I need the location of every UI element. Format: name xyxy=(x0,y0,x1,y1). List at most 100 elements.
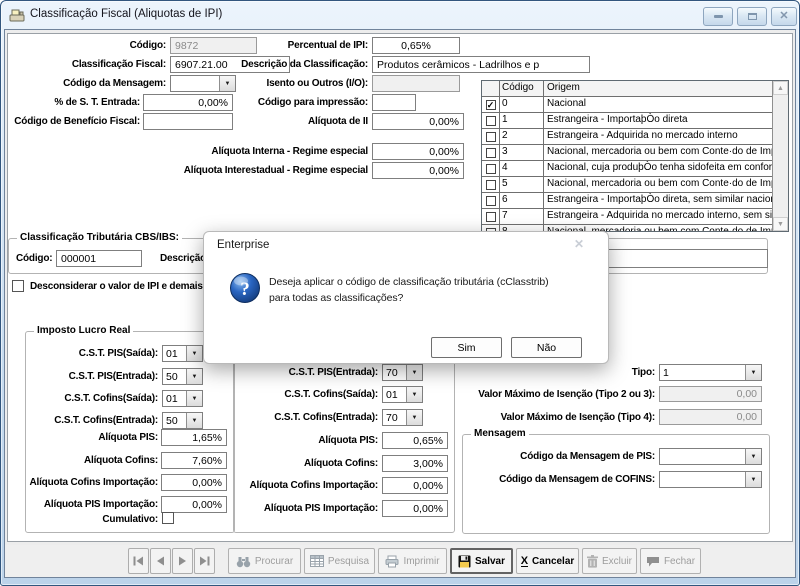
salvar-button[interactable]: Salvar xyxy=(450,548,513,574)
chevron-down-icon[interactable]: ▼ xyxy=(186,391,202,406)
nav-first-button[interactable] xyxy=(128,548,149,574)
st-entrada-label: % de S. T. Entrada: xyxy=(54,97,140,108)
pr-aliquota-pis-field[interactable]: 0,65% xyxy=(382,432,448,449)
nao-button[interactable]: Não xyxy=(511,337,582,358)
close-button[interactable]: ✕ xyxy=(771,7,797,26)
descricao-classificacao-field[interactable]: Produtos cerâmicos - Ladrilhos e p xyxy=(372,56,590,73)
pr-cst-cofins-saida-select[interactable]: 01 ▼ xyxy=(382,386,423,403)
table-row[interactable]: 5 Nacional, mercadoria ou bem com Conte·… xyxy=(482,177,772,193)
origem-row-checkbox-6[interactable] xyxy=(486,196,496,206)
lr-cst-pis-entrada-select[interactable]: 50 ▼ xyxy=(162,368,203,385)
table-row[interactable]: ✓ 0 Nacional xyxy=(482,97,772,113)
scroll-up-icon[interactable]: ▲ xyxy=(773,81,788,95)
pr-aliquota-pis-imp-field[interactable]: 0,00% xyxy=(382,500,448,517)
chevron-down-icon[interactable]: ▼ xyxy=(186,369,202,384)
speech-bubble-icon xyxy=(646,556,660,567)
lr-cst-pis-saida-label: C.S.T. PIS(Saída): xyxy=(79,348,158,359)
desconsiderar-checkbox[interactable] xyxy=(12,280,24,292)
origem-row-checkbox-1[interactable] xyxy=(486,116,496,126)
pr-aliquota-cofins-imp-field[interactable]: 0,00% xyxy=(382,477,448,494)
lr-cst-cofins-entrada-select[interactable]: 50 ▼ xyxy=(162,412,203,429)
imprimir-button: Imprimir xyxy=(378,548,447,574)
nav-next-button[interactable] xyxy=(172,548,193,574)
tipo-label: Tipo: xyxy=(632,367,655,378)
table-row[interactable]: 4 Nacional, cuja produþÒo tenha sidofeit… xyxy=(482,161,772,177)
chevron-down-icon[interactable]: ▼ xyxy=(406,410,422,425)
grid-scrollbar[interactable]: ▲ ▼ xyxy=(772,81,788,231)
lr-aliquota-cofins-imp-field[interactable]: 0,00% xyxy=(161,474,227,491)
lr-cst-cofins-saida-select[interactable]: 01 ▼ xyxy=(162,390,203,407)
msg-cofins-select[interactable]: ▼ xyxy=(659,471,762,488)
lr-cst-cofins-entrada-label: C.S.T. Cofins(Entrada): xyxy=(54,415,158,426)
prev-record-icon xyxy=(155,556,166,566)
nav-last-button[interactable] xyxy=(194,548,215,574)
excluir-button: Excluir xyxy=(582,548,637,574)
origem-row-checkbox-4[interactable] xyxy=(486,164,496,174)
trash-icon xyxy=(587,555,598,568)
chevron-down-icon[interactable]: ▼ xyxy=(406,387,422,402)
pr-cst-cofins-entrada-select[interactable]: 70 ▼ xyxy=(382,409,423,426)
chevron-down-icon[interactable]: ▼ xyxy=(186,413,202,428)
origem-row-checkbox-2[interactable] xyxy=(486,132,496,142)
dialog-message-line2: para todas as classificações? xyxy=(269,292,403,304)
question-icon: ? xyxy=(229,272,261,309)
sim-button[interactable]: Sim xyxy=(431,337,502,358)
chevron-down-icon[interactable]: ▼ xyxy=(745,449,761,464)
cancelar-button[interactable]: X Cancelar xyxy=(516,548,579,574)
pr-cst-pis-entrada-label: C.S.T. PIS(Entrada): xyxy=(289,367,378,378)
aliquota-interestadual-field[interactable]: 0,00% xyxy=(372,162,464,179)
header-check-column xyxy=(482,81,500,96)
aliquota-interna-field[interactable]: 0,00% xyxy=(372,143,464,160)
tipo-select[interactable]: 1 ▼ xyxy=(659,364,762,381)
chevron-down-icon[interactable]: ▼ xyxy=(186,346,202,361)
msg-pis-select[interactable]: ▼ xyxy=(659,448,762,465)
chevron-down-icon[interactable]: ▼ xyxy=(745,365,761,380)
table-row[interactable]: 1 Estrangeira - ImportaþÒo direta xyxy=(482,113,772,129)
aliquota-ii-field[interactable]: 0,00% xyxy=(372,113,464,130)
maximize-button[interactable] xyxy=(737,7,767,26)
lr-cst-pis-saida-select[interactable]: 01 ▼ xyxy=(162,345,203,362)
codigo-field: 9872 xyxy=(170,37,257,54)
origem-row-checkbox-0[interactable]: ✓ xyxy=(486,100,496,110)
classificacao-fiscal-label: Classificação Fiscal: xyxy=(72,59,166,70)
lr-aliquota-pis-imp-field[interactable]: 0,00% xyxy=(161,496,227,513)
chevron-down-icon[interactable]: ▼ xyxy=(745,472,761,487)
minimize-button[interactable] xyxy=(703,7,733,26)
lr-aliquota-pis-field[interactable]: 1,65% xyxy=(161,429,227,446)
origem-row-checkbox-3[interactable] xyxy=(486,148,496,158)
mensagem-legend: Mensagem xyxy=(471,428,529,439)
percentual-ipi-field[interactable]: 0,65% xyxy=(372,37,460,54)
pr-aliquota-cofins-label: Alíquota Cofins: xyxy=(304,458,378,469)
codigo-mensagem-select[interactable]: ▼ xyxy=(170,75,236,92)
dialog-close-icon[interactable]: ✕ xyxy=(574,237,584,251)
lr-cst-pis-entrada-label: C.S.T. PIS(Entrada): xyxy=(69,371,158,382)
origem-row-checkbox-5[interactable] xyxy=(486,180,496,190)
codigo-impressao-field[interactable] xyxy=(372,94,416,111)
pr-cst-cofins-entrada-label: C.S.T. Cofins(Entrada): xyxy=(274,412,378,423)
minimize-icon xyxy=(714,15,723,18)
cumulativo-label: Cumulativo: xyxy=(102,514,158,525)
lr-aliquota-cofins-field[interactable]: 7,60% xyxy=(161,452,227,469)
table-row[interactable]: 3 Nacional, mercadoria ou bem com Conte·… xyxy=(482,145,772,161)
chevron-down-icon[interactable]: ▼ xyxy=(406,365,422,380)
msg-pis-label: Código da Mensagem de PIS: xyxy=(520,451,655,462)
table-row[interactable]: 7 Estrangeira - Adquirida no mercado int… xyxy=(482,209,772,225)
scroll-down-icon[interactable]: ▼ xyxy=(773,217,788,231)
isencao-tipo23-field: 0,00 xyxy=(659,386,762,402)
origem-row-checkbox-7[interactable] xyxy=(486,212,496,222)
cbs-codigo-field[interactable]: 000001 xyxy=(56,250,142,267)
pr-aliquota-pis-imp-label: Alíquota PIS Importação: xyxy=(264,503,378,514)
pr-cst-pis-entrada-select[interactable]: 70 ▼ xyxy=(382,364,423,381)
chevron-down-icon[interactable]: ▼ xyxy=(219,76,235,91)
app-icon xyxy=(9,7,25,28)
table-row[interactable]: 6 Estrangeira - ImportaþÒo direta, sem s… xyxy=(482,193,772,209)
st-entrada-field[interactable]: 0,00% xyxy=(143,94,233,111)
origem-grid: Código Origem ✓ 0 Nacional 1 Estrangeira… xyxy=(481,80,789,232)
lr-aliquota-cofins-label: Alíquota Cofins: xyxy=(84,455,158,466)
cumulativo-checkbox[interactable] xyxy=(162,512,174,524)
pr-aliquota-cofins-field[interactable]: 3,00% xyxy=(382,455,448,472)
codigo-beneficio-field[interactable] xyxy=(143,113,233,130)
table-row[interactable]: 2 Estrangeira - Adquirida no mercado int… xyxy=(482,129,772,145)
nav-prev-button[interactable] xyxy=(150,548,171,574)
codigo-beneficio-label: Código de Benefício Fiscal: xyxy=(14,116,140,127)
